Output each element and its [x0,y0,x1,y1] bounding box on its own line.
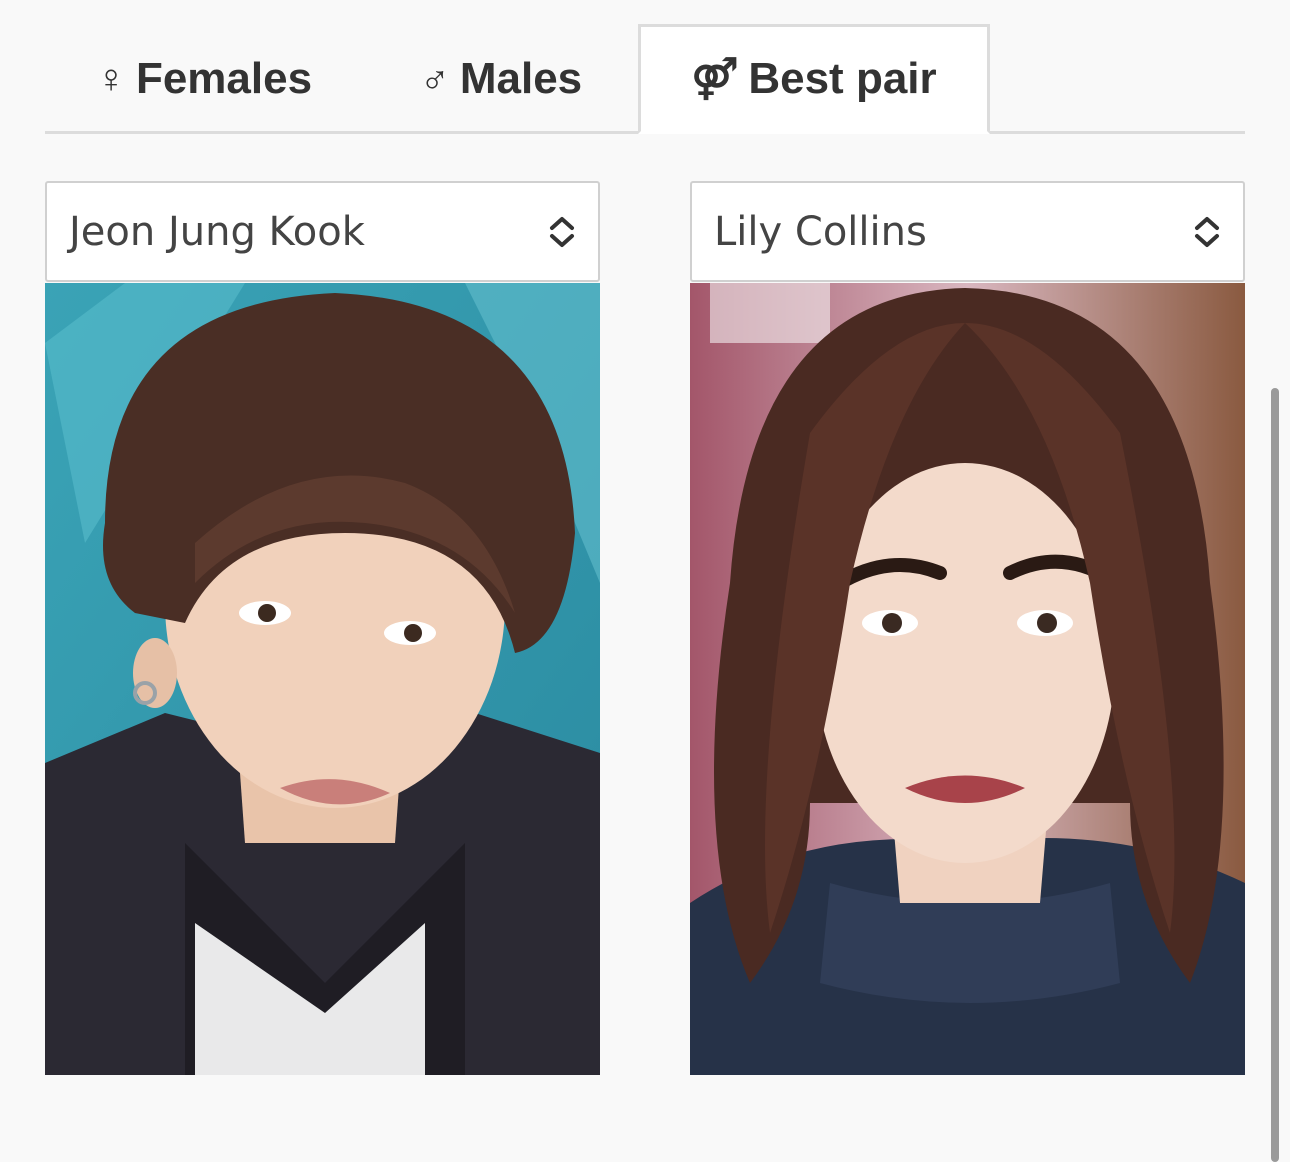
tab-males-label: Males [459,54,583,103]
male-icon: ♂ [419,57,450,101]
person-select-left-value: Jeon Jung Kook [69,208,365,255]
tab-females[interactable]: ♀ Females [45,24,363,134]
person-photo-left [45,283,600,1075]
person-photo-right [690,283,1245,1075]
person-select-right-value: Lily Collins [714,208,927,255]
page-scrollbar[interactable] [1271,388,1279,1162]
tab-males[interactable]: ♂ Males [363,24,639,134]
tab-bar: ♀ Females ♂ Males ⚤ Best pair [45,24,1245,134]
chevron-up-down-icon [550,216,574,247]
tab-best-pair[interactable]: ⚤ Best pair [638,24,990,134]
pair-icon: ⚤ [691,57,739,101]
female-icon: ♀ [95,57,126,101]
tab-females-label: Females [135,54,313,103]
person-select-right[interactable]: Lily Collins [690,181,1245,282]
tab-best-pair-label: Best pair [748,54,937,103]
chevron-up-down-icon [1195,216,1219,247]
person-select-left[interactable]: Jeon Jung Kook [45,181,600,282]
